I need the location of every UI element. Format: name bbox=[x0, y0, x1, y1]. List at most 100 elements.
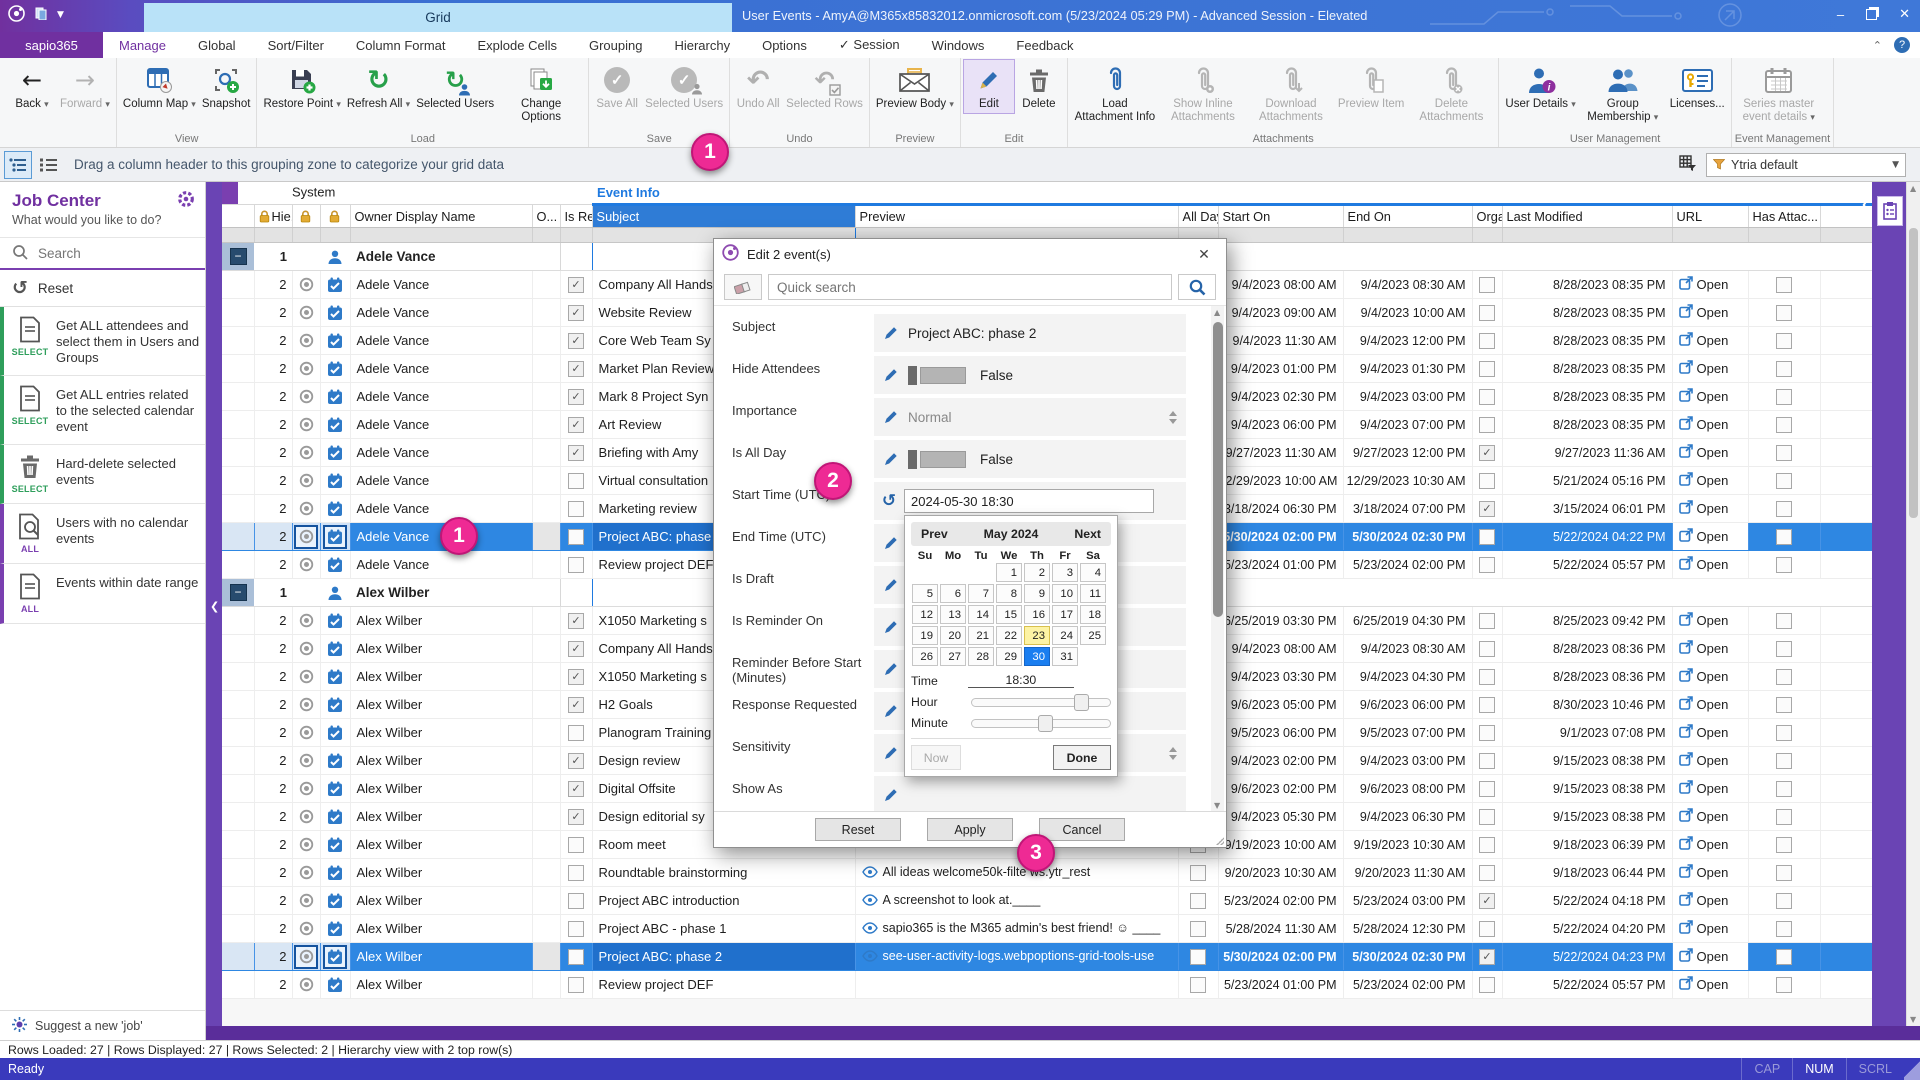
reset-job[interactable]: ↺ Reset bbox=[0, 270, 205, 307]
cell-end-on[interactable]: 9/27/2023 12:00 PM bbox=[1343, 438, 1473, 467]
cell-end-on[interactable]: 9/4/2023 08:30 AM bbox=[1343, 270, 1473, 299]
column-header-attach[interactable]: Has Attac... bbox=[1748, 204, 1821, 228]
cell-is-recurring[interactable]: ✓ bbox=[560, 662, 593, 691]
cell-owner[interactable]: Alex Wilber bbox=[350, 690, 533, 719]
cell-is-recurring[interactable] bbox=[560, 914, 593, 943]
checkbox[interactable] bbox=[1479, 808, 1496, 825]
cell-is-recurring[interactable]: ✓ bbox=[560, 438, 593, 467]
cell-end-on[interactable]: 3/18/2024 07:00 PM bbox=[1343, 494, 1473, 523]
open-link[interactable]: Open bbox=[1678, 808, 1728, 825]
cell-last-modified[interactable]: 8/28/2023 08:35 PM bbox=[1502, 298, 1673, 327]
tab-sapio365[interactable]: sapio365 bbox=[0, 32, 103, 58]
collapse-group-icon[interactable]: − bbox=[229, 584, 247, 601]
cell-event-type[interactable] bbox=[320, 774, 351, 803]
checkbox[interactable] bbox=[1776, 444, 1793, 461]
cell-start-on[interactable]: 5/23/2024 02:00 PM bbox=[1218, 886, 1344, 915]
cell-owner[interactable]: Alex Wilber bbox=[350, 802, 533, 831]
cell-record[interactable] bbox=[292, 746, 321, 775]
open-link[interactable]: Open bbox=[1678, 640, 1728, 657]
cell-record[interactable] bbox=[292, 942, 321, 971]
cell-hierarchy[interactable]: 2 bbox=[254, 858, 293, 887]
cell-start-on[interactable]: 9/4/2023 08:00 AM bbox=[1218, 634, 1344, 663]
calendar-day[interactable]: 4 bbox=[1080, 563, 1106, 582]
cell-last-modified[interactable]: 3/15/2024 06:01 PM bbox=[1502, 494, 1673, 523]
cell-last-modified[interactable]: 9/15/2023 08:38 PM bbox=[1502, 746, 1673, 775]
edit-field-icon[interactable] bbox=[874, 787, 908, 803]
window-tab-grid[interactable]: Grid bbox=[144, 3, 732, 32]
calendar-day[interactable]: 17 bbox=[1052, 605, 1078, 624]
cell-is-recurring[interactable]: ✓ bbox=[560, 326, 593, 355]
column-header-preview[interactable]: Preview bbox=[855, 204, 1179, 228]
checkbox[interactable] bbox=[1479, 864, 1496, 881]
ribbon-user-details-button[interactable]: i User Details ▾ bbox=[1502, 60, 1578, 114]
cell-start-on[interactable]: 9/4/2023 11:30 AM bbox=[1218, 326, 1344, 355]
checkbox[interactable]: ✓ bbox=[1479, 444, 1496, 461]
tab-sort-filter[interactable]: Sort/Filter bbox=[252, 32, 340, 58]
checkbox[interactable]: ✓ bbox=[568, 416, 585, 433]
calendar-day[interactable]: 9 bbox=[1024, 584, 1050, 603]
cell-record[interactable] bbox=[292, 270, 321, 299]
table-row[interactable]: 2 Alex Wilber Project ABC - phase 1 sapio36… bbox=[222, 914, 1872, 943]
cell-last-modified[interactable]: 8/28/2023 08:35 PM bbox=[1502, 410, 1673, 439]
quick-access-icon[interactable] bbox=[35, 7, 47, 23]
vertical-scrollbar[interactable]: ▲ ▼ bbox=[1906, 182, 1920, 1026]
cell-record[interactable] bbox=[292, 326, 321, 355]
checkbox[interactable] bbox=[1776, 304, 1793, 321]
cell-event-type[interactable] bbox=[320, 942, 351, 971]
cell-owner[interactable]: Adele Vance bbox=[350, 438, 533, 467]
reset-button[interactable]: Reset bbox=[815, 818, 901, 841]
edit-field-icon[interactable] bbox=[874, 367, 908, 383]
cell-organizer[interactable] bbox=[1472, 774, 1503, 803]
cell-end-on[interactable]: 9/20/2023 11:30 AM bbox=[1343, 858, 1473, 887]
cell-is-recurring[interactable]: ✓ bbox=[560, 298, 593, 327]
cell-event-type[interactable] bbox=[320, 438, 351, 467]
checkbox[interactable]: ✓ bbox=[568, 360, 585, 377]
cell-event-type[interactable] bbox=[320, 858, 351, 887]
column-header-end[interactable]: End On bbox=[1343, 204, 1473, 228]
resize-grip[interactable] bbox=[1904, 1058, 1920, 1080]
cell-end-on[interactable]: 9/19/2023 10:30 AM bbox=[1343, 830, 1473, 859]
open-link[interactable]: Open bbox=[1678, 388, 1728, 405]
start-time-input[interactable] bbox=[904, 489, 1154, 513]
edit-field-icon[interactable] bbox=[874, 577, 908, 593]
cell-has-attachments[interactable] bbox=[1748, 494, 1821, 523]
cell-last-modified[interactable]: 5/22/2024 04:20 PM bbox=[1502, 914, 1673, 943]
calendar-day[interactable]: 7 bbox=[968, 584, 994, 603]
cell-hierarchy[interactable]: 2 bbox=[254, 774, 293, 803]
column-header-o[interactable]: O... bbox=[532, 204, 561, 228]
cell-start-on[interactable]: 5/30/2024 02:00 PM bbox=[1218, 942, 1344, 971]
cell-organizer[interactable] bbox=[1472, 634, 1503, 663]
column-header-allday[interactable]: All Day bbox=[1178, 204, 1219, 228]
cell-organizer[interactable] bbox=[1472, 746, 1503, 775]
edit-field-icon[interactable] bbox=[874, 745, 908, 761]
cell-has-attachments[interactable] bbox=[1748, 438, 1821, 467]
checkbox[interactable] bbox=[568, 472, 585, 489]
cell-record[interactable] bbox=[292, 438, 321, 467]
cell-has-attachments[interactable] bbox=[1748, 634, 1821, 663]
calendar-day[interactable]: 30 bbox=[1024, 647, 1050, 666]
cell-last-modified[interactable]: 9/18/2023 06:44 PM bbox=[1502, 858, 1673, 887]
cell-event-type[interactable] bbox=[320, 746, 351, 775]
cell-record[interactable] bbox=[292, 354, 321, 383]
checkbox[interactable] bbox=[1479, 696, 1496, 713]
cell-owner[interactable]: Alex Wilber bbox=[350, 634, 533, 663]
cell-has-attachments[interactable] bbox=[1748, 914, 1821, 943]
dialog-scrollbar[interactable]: ▲ ▼ bbox=[1211, 306, 1224, 812]
cell-has-attachments[interactable] bbox=[1748, 550, 1821, 579]
column-header-isrec[interactable]: Is Rec... bbox=[560, 204, 593, 228]
edit-field-icon[interactable] bbox=[874, 325, 908, 341]
cell-organizer[interactable]: ✓ bbox=[1472, 438, 1503, 467]
cell-hierarchy[interactable]: 2 bbox=[254, 438, 293, 467]
checkbox[interactable]: ✓ bbox=[568, 780, 585, 797]
edit-field-icon[interactable] bbox=[874, 661, 908, 677]
checkbox[interactable] bbox=[1776, 416, 1793, 433]
checkbox[interactable] bbox=[1776, 612, 1793, 629]
checkbox[interactable]: ✓ bbox=[568, 332, 585, 349]
calendar-day[interactable]: 2 bbox=[1024, 563, 1050, 582]
calendar-day[interactable]: 5 bbox=[912, 584, 938, 603]
cell-end-on[interactable]: 9/4/2023 03:00 PM bbox=[1343, 746, 1473, 775]
spinner-icon[interactable] bbox=[1169, 746, 1177, 760]
cell-last-modified[interactable]: 5/22/2024 05:57 PM bbox=[1502, 550, 1673, 579]
cell-last-modified[interactable]: 5/22/2024 04:18 PM bbox=[1502, 886, 1673, 915]
edit-field-icon[interactable] bbox=[874, 703, 908, 719]
